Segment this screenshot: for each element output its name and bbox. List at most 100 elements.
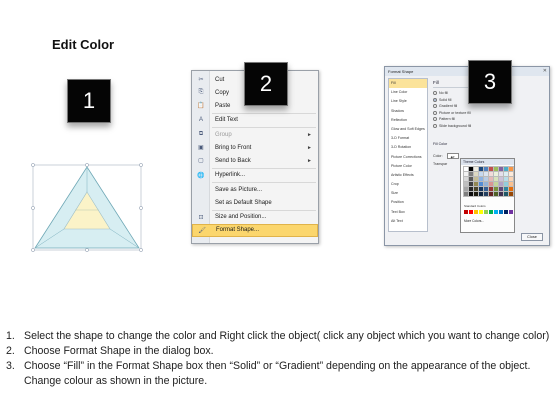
color-swatch[interactable] [463, 171, 469, 177]
category-item[interactable]: Reflection [389, 116, 427, 125]
more-colors-option[interactable]: More Colors... [464, 219, 484, 223]
close-icon[interactable]: ✕ [543, 68, 547, 74]
color-swatch[interactable] [473, 181, 479, 187]
menu-item-group[interactable]: ⧉ Group ► [192, 128, 318, 141]
color-swatch[interactable] [493, 171, 499, 177]
category-item[interactable]: Alt Text [389, 217, 427, 226]
color-swatch[interactable] [508, 166, 514, 172]
color-swatch[interactable] [488, 171, 494, 177]
color-swatch[interactable] [483, 181, 489, 187]
color-swatch[interactable] [494, 210, 498, 214]
fill-option[interactable]: Pattern fill [433, 117, 455, 121]
fill-option[interactable]: Gradient fill [433, 104, 457, 108]
color-picker-button[interactable]: ◆▾ [446, 153, 459, 159]
color-swatch[interactable] [478, 166, 484, 172]
color-swatch[interactable] [483, 166, 489, 172]
color-swatch[interactable] [468, 186, 474, 192]
color-swatch[interactable] [483, 176, 489, 182]
color-swatch[interactable] [474, 210, 478, 214]
color-swatch[interactable] [478, 181, 484, 187]
category-item[interactable]: 3-D Rotation [389, 143, 427, 152]
color-swatch[interactable] [493, 181, 499, 187]
color-swatch[interactable] [503, 181, 509, 187]
menu-item-bring-to-front[interactable]: ▣ Bring to Front ► [192, 141, 318, 154]
color-swatch[interactable] [463, 166, 469, 172]
color-swatch[interactable] [464, 210, 468, 214]
color-swatch[interactable] [479, 210, 483, 214]
color-swatch[interactable] [493, 191, 499, 197]
color-swatch[interactable] [499, 210, 503, 214]
color-swatch[interactable] [493, 186, 499, 192]
category-item[interactable]: Glow and Soft Edges [389, 125, 427, 134]
category-item[interactable]: Picture Corrections [389, 153, 427, 162]
color-swatch[interactable] [473, 186, 479, 192]
color-swatch[interactable] [498, 186, 504, 192]
radio-button[interactable] [433, 117, 437, 121]
color-swatch[interactable] [493, 176, 499, 182]
color-swatch[interactable] [478, 186, 484, 192]
color-swatch[interactable] [503, 191, 509, 197]
category-item[interactable]: Picture Color [389, 162, 427, 171]
color-swatch[interactable] [504, 210, 508, 214]
color-swatch[interactable] [468, 171, 474, 177]
category-item[interactable]: 3-D Format [389, 134, 427, 143]
radio-button[interactable] [433, 110, 437, 115]
radio-button[interactable] [433, 104, 437, 108]
radio-button[interactable] [433, 123, 437, 128]
color-swatch[interactable] [473, 176, 479, 182]
color-swatch[interactable] [478, 176, 484, 182]
color-swatch[interactable] [463, 181, 469, 187]
color-swatch[interactable] [483, 171, 489, 177]
color-swatch[interactable] [489, 210, 493, 214]
fill-option[interactable]: No fill [433, 91, 448, 95]
color-swatch[interactable] [469, 210, 473, 214]
color-swatch[interactable] [488, 166, 494, 172]
fill-option[interactable]: Slide background fill [433, 123, 471, 128]
color-swatch[interactable] [488, 181, 494, 187]
color-swatch[interactable] [503, 171, 509, 177]
color-swatch[interactable] [463, 191, 469, 197]
menu-item-set-as-default-shape[interactable]: Set as Default Shape [192, 196, 318, 209]
color-swatch[interactable] [498, 171, 504, 177]
color-swatch[interactable] [483, 191, 489, 197]
category-item[interactable]: Crop [389, 180, 427, 189]
color-swatch[interactable] [488, 186, 494, 192]
color-swatch[interactable] [483, 186, 489, 192]
color-swatch[interactable] [508, 171, 514, 177]
category-item[interactable]: Line Color [389, 88, 427, 97]
color-swatch[interactable] [473, 191, 479, 197]
menu-item-format-shape[interactable]: 🖌 Format Shape... [192, 223, 318, 237]
color-swatch[interactable] [498, 191, 504, 197]
close-button[interactable]: Close [521, 233, 543, 241]
color-swatch[interactable] [498, 166, 504, 172]
color-swatch[interactable] [508, 191, 514, 197]
color-swatch[interactable] [468, 166, 474, 172]
color-swatch[interactable] [478, 191, 484, 197]
color-swatch[interactable] [463, 176, 469, 182]
category-item[interactable]: Fill [389, 79, 427, 89]
color-swatch[interactable] [468, 191, 474, 197]
selected-triangle-shape[interactable] [28, 162, 146, 254]
color-swatch[interactable] [478, 171, 484, 177]
color-swatch[interactable] [463, 186, 469, 192]
menu-item-edit-text[interactable]: A Edit Text [192, 114, 318, 127]
fill-option[interactable]: Picture or texture fill [433, 110, 471, 115]
category-item[interactable]: Artistic Effects [389, 171, 427, 180]
color-swatch[interactable] [473, 171, 479, 177]
fill-option[interactable]: Solid fill [433, 97, 451, 102]
category-item[interactable]: Size [389, 189, 427, 198]
radio-button[interactable] [433, 91, 437, 95]
category-item[interactable]: Text Box [389, 208, 427, 217]
color-swatch[interactable] [503, 176, 509, 182]
color-swatch[interactable] [484, 210, 488, 214]
color-swatch[interactable] [468, 176, 474, 182]
color-swatch[interactable] [468, 181, 474, 187]
menu-item-hyperlink[interactable]: 🌐 Hyperlink... [192, 169, 318, 182]
category-item[interactable]: Line Style [389, 97, 427, 106]
menu-item-size-and-position[interactable]: ⊡ Size and Position... [192, 211, 318, 224]
color-swatch[interactable] [508, 186, 514, 192]
category-item[interactable]: Position [389, 198, 427, 207]
color-swatch[interactable] [508, 181, 514, 187]
color-swatch[interactable] [488, 176, 494, 182]
color-swatch[interactable] [508, 176, 514, 182]
